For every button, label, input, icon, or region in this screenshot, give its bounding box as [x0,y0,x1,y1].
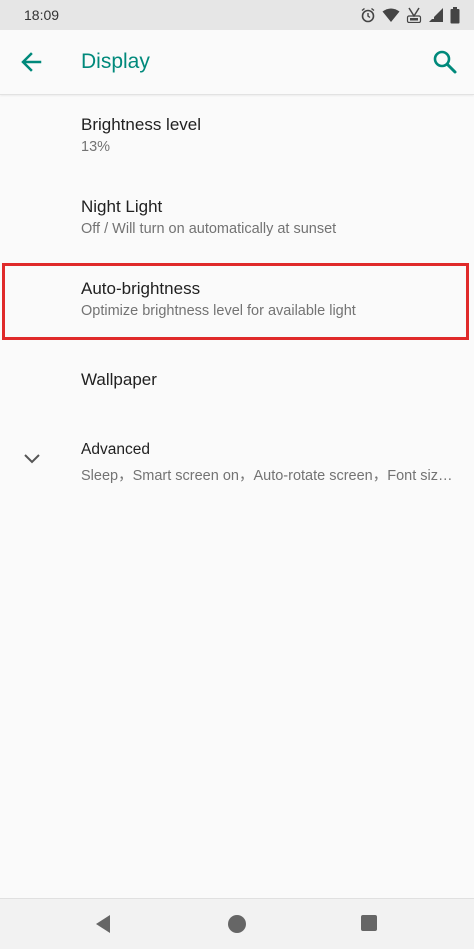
setting-summary: Off / Will turn on automatically at suns… [81,221,337,237]
battery-icon [450,6,460,23]
setting-title: Advanced [81,441,150,458]
page-title: Display [81,50,150,73]
signal-icon [429,8,443,22]
chevron-down-icon [24,454,40,464]
search-icon [433,50,457,74]
nav-recents-icon[interactable] [361,915,377,931]
setting-title: Wallpaper [81,370,157,389]
volte-icon [406,7,422,23]
setting-title: Auto-brightness [81,279,201,298]
status-time: 18:09 [24,7,60,23]
setting-wallpaper[interactable]: Wallpaper [0,341,474,423]
back-arrow-icon [21,52,42,72]
alarm-icon [361,7,375,23]
app-bar: Display [0,30,474,95]
settings-list: Brightness level 13% Night Light Off / W… [0,95,474,505]
setting-summary: 13% [81,139,111,155]
setting-auto-brightness[interactable]: Auto-brightness Optimize brightness leve… [0,259,474,341]
search-button[interactable] [430,47,460,77]
setting-title: Brightness level [81,115,202,134]
setting-summary: Optimize brightness level for available … [81,303,356,319]
setting-night-light[interactable]: Night Light Off / Will turn on automatic… [0,177,474,259]
setting-summary: Sleep，Smart screen on，Auto-rotate screen… [81,468,459,484]
nav-home-icon[interactable] [228,915,246,933]
wifi-icon [382,8,400,22]
setting-title: Night Light [81,197,163,216]
back-button[interactable] [16,48,48,76]
setting-advanced[interactable]: Advanced Sleep，Smart screen on，Auto-rota… [0,423,474,505]
setting-brightness-level[interactable]: Brightness level 13% [0,95,474,177]
status-bar: 18:09 [0,0,474,30]
nav-back-icon[interactable] [94,914,112,934]
status-icons [360,6,460,24]
navigation-bar [0,898,474,949]
